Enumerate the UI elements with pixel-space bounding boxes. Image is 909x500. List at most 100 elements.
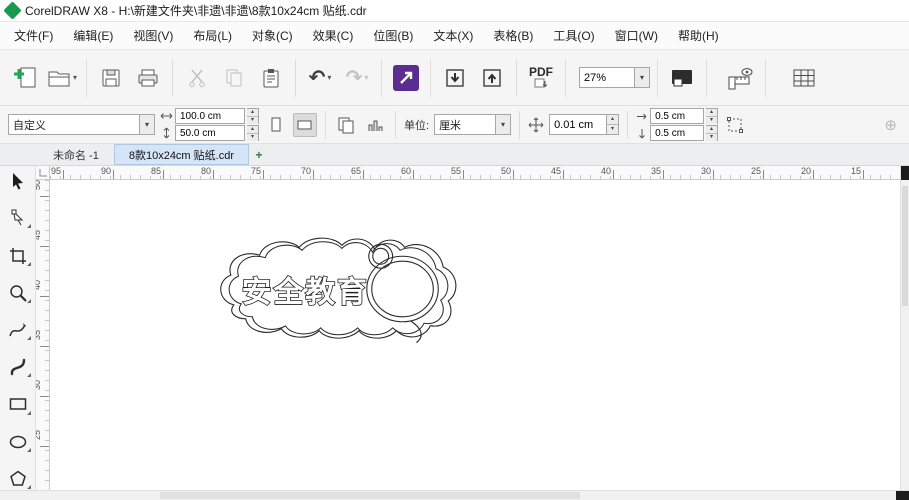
horizontal-scrollbar[interactable] xyxy=(0,490,909,500)
paste-button[interactable] xyxy=(254,58,288,98)
zoom-tool[interactable] xyxy=(4,282,32,304)
bounding-box-icon xyxy=(727,116,744,133)
print-button[interactable] xyxy=(131,58,165,98)
stepper-down-icon[interactable]: ▾ xyxy=(247,116,258,124)
nudge-offset-input[interactable] xyxy=(549,114,608,135)
open-document-button[interactable]: ▾ xyxy=(45,58,79,98)
nudge-stepper[interactable]: ▴ ▾ xyxy=(607,114,620,135)
preset-dropdown-arrow[interactable]: ▾ xyxy=(140,114,155,135)
ellipse-tool[interactable] xyxy=(4,431,32,453)
h-ruler[interactable]: 95 90 85 80 75 70 65 60 55 50 45 40 35 30 25 20 15 xyxy=(50,166,900,180)
menu-layout[interactable]: 布局(L) xyxy=(183,23,242,48)
show-grid-button[interactable] xyxy=(787,58,821,98)
stepper-up-icon[interactable]: ▴ xyxy=(247,126,258,133)
h-ruler-label: 40 xyxy=(599,166,614,179)
page-preset-combo[interactable]: 自定义 ▾ xyxy=(8,114,155,135)
vertical-scrollbar[interactable] xyxy=(900,166,909,490)
rectangle-tool-icon xyxy=(9,398,26,411)
page-height-input[interactable] xyxy=(175,125,245,141)
page-preset-value[interactable]: 自定义 xyxy=(8,114,140,135)
zoom-level-input[interactable] xyxy=(579,67,635,88)
freehand-tool[interactable] xyxy=(4,319,32,341)
redo-button[interactable]: ↷ ▾ xyxy=(340,58,374,98)
stepper-up-icon[interactable]: ▴ xyxy=(706,109,718,116)
width-arrow-icon xyxy=(160,113,173,119)
horizontal-scrollbar-thumb[interactable] xyxy=(160,492,580,499)
menu-object[interactable]: 对象(C) xyxy=(242,23,303,48)
v-ruler[interactable]: 50 45 40 35 30 25 xyxy=(36,180,50,490)
menu-file[interactable]: 文件(F) xyxy=(4,23,63,48)
import-button[interactable] xyxy=(438,58,472,98)
quick-customize-button[interactable]: ⊕ xyxy=(884,116,901,134)
page-height-stepper[interactable]: ▴ ▾ xyxy=(247,125,259,141)
duplicate-y-input[interactable] xyxy=(650,125,705,141)
horizontal-scrollbar-corner[interactable] xyxy=(896,491,909,500)
stepper-down-icon[interactable]: ▾ xyxy=(706,133,718,141)
export-button[interactable] xyxy=(475,58,509,98)
polygon-tool[interactable] xyxy=(4,468,32,490)
artistic-media-tool[interactable] xyxy=(4,356,32,378)
menu-window[interactable]: 窗口(W) xyxy=(605,23,668,48)
undo-button[interactable]: ↶ ▾ xyxy=(303,58,337,98)
menu-help[interactable]: 帮助(H) xyxy=(668,23,729,48)
duplicate-x-stepper[interactable]: ▴ ▾ xyxy=(706,108,719,124)
portrait-button[interactable] xyxy=(264,113,288,137)
stepper-down-icon[interactable]: ▾ xyxy=(706,116,718,124)
duplicate-y-stepper[interactable]: ▴ ▾ xyxy=(706,125,719,141)
current-page-button[interactable] xyxy=(363,113,387,137)
propbar-separator xyxy=(395,110,396,139)
search-content-icon xyxy=(393,64,419,91)
v-ruler-label: 40 xyxy=(36,280,49,297)
stepper-up-icon[interactable]: ▴ xyxy=(247,109,258,116)
open-dropdown-arrow[interactable]: ▾ xyxy=(73,73,77,82)
vertical-scrollbar-thumb[interactable] xyxy=(902,186,908,306)
drawing-canvas[interactable]: 安全教育 xyxy=(50,180,900,490)
pick-tool[interactable] xyxy=(4,170,32,192)
duplicate-x-input[interactable] xyxy=(650,108,705,124)
sticker-drawing[interactable]: 安全教育 xyxy=(212,228,470,352)
cut-button[interactable] xyxy=(180,58,214,98)
menu-view[interactable]: 视图(V) xyxy=(123,23,183,48)
vertical-scrollbar-top-cap[interactable] xyxy=(901,166,909,180)
h-ruler-label: 85 xyxy=(149,166,164,179)
stepper-down-icon[interactable]: ▾ xyxy=(607,124,619,134)
tab-untitled[interactable]: 未命名 -1 xyxy=(38,144,114,165)
rectangle-tool[interactable] xyxy=(4,393,32,415)
page-width-input[interactable] xyxy=(175,108,245,124)
page-width-stepper[interactable]: ▴ ▾ xyxy=(247,108,259,124)
search-content-button[interactable] xyxy=(389,58,423,98)
publish-pdf-button[interactable]: PDF xyxy=(524,58,558,98)
units-combo[interactable]: 厘米 ▾ xyxy=(434,114,512,135)
propbar-separator xyxy=(627,110,629,139)
units-dropdown-arrow[interactable]: ▾ xyxy=(496,114,512,135)
fullscreen-preview-button[interactable] xyxy=(665,58,699,98)
all-pages-button[interactable] xyxy=(334,113,358,137)
shape-tool[interactable] xyxy=(4,207,32,229)
crop-tool[interactable] xyxy=(4,244,32,266)
treat-as-filled-button[interactable] xyxy=(723,113,747,137)
save-button[interactable] xyxy=(94,58,128,98)
cut-icon xyxy=(189,69,205,87)
undo-dropdown-arrow[interactable]: ▾ xyxy=(327,73,331,82)
copy-button[interactable] xyxy=(217,58,251,98)
page-width-row: ▴ ▾ xyxy=(160,108,259,124)
ruler-origin-corner[interactable] xyxy=(36,166,50,180)
landscape-button[interactable] xyxy=(293,112,317,137)
tab-active-document[interactable]: 8款10x24cm 贴纸.cdr xyxy=(113,144,249,165)
zoom-dropdown-arrow[interactable]: ▾ xyxy=(635,67,650,88)
new-tab-button[interactable]: + xyxy=(249,144,269,165)
menu-tools[interactable]: 工具(O) xyxy=(543,23,604,48)
menu-effects[interactable]: 效果(C) xyxy=(303,23,364,48)
zoom-level-combo[interactable]: ▾ xyxy=(579,67,650,88)
show-rulers-button[interactable] xyxy=(724,58,758,98)
units-value[interactable]: 厘米 xyxy=(434,114,497,135)
v-ruler-label: 30 xyxy=(36,380,49,397)
menu-edit[interactable]: 编辑(E) xyxy=(63,23,123,48)
stepper-up-icon[interactable]: ▴ xyxy=(607,115,619,124)
menu-table[interactable]: 表格(B) xyxy=(483,23,543,48)
new-document-button[interactable] xyxy=(8,58,42,98)
stepper-down-icon[interactable]: ▾ xyxy=(247,133,258,141)
stepper-up-icon[interactable]: ▴ xyxy=(706,126,718,133)
menu-bitmaps[interactable]: 位图(B) xyxy=(363,23,423,48)
menu-text[interactable]: 文本(X) xyxy=(423,23,483,48)
